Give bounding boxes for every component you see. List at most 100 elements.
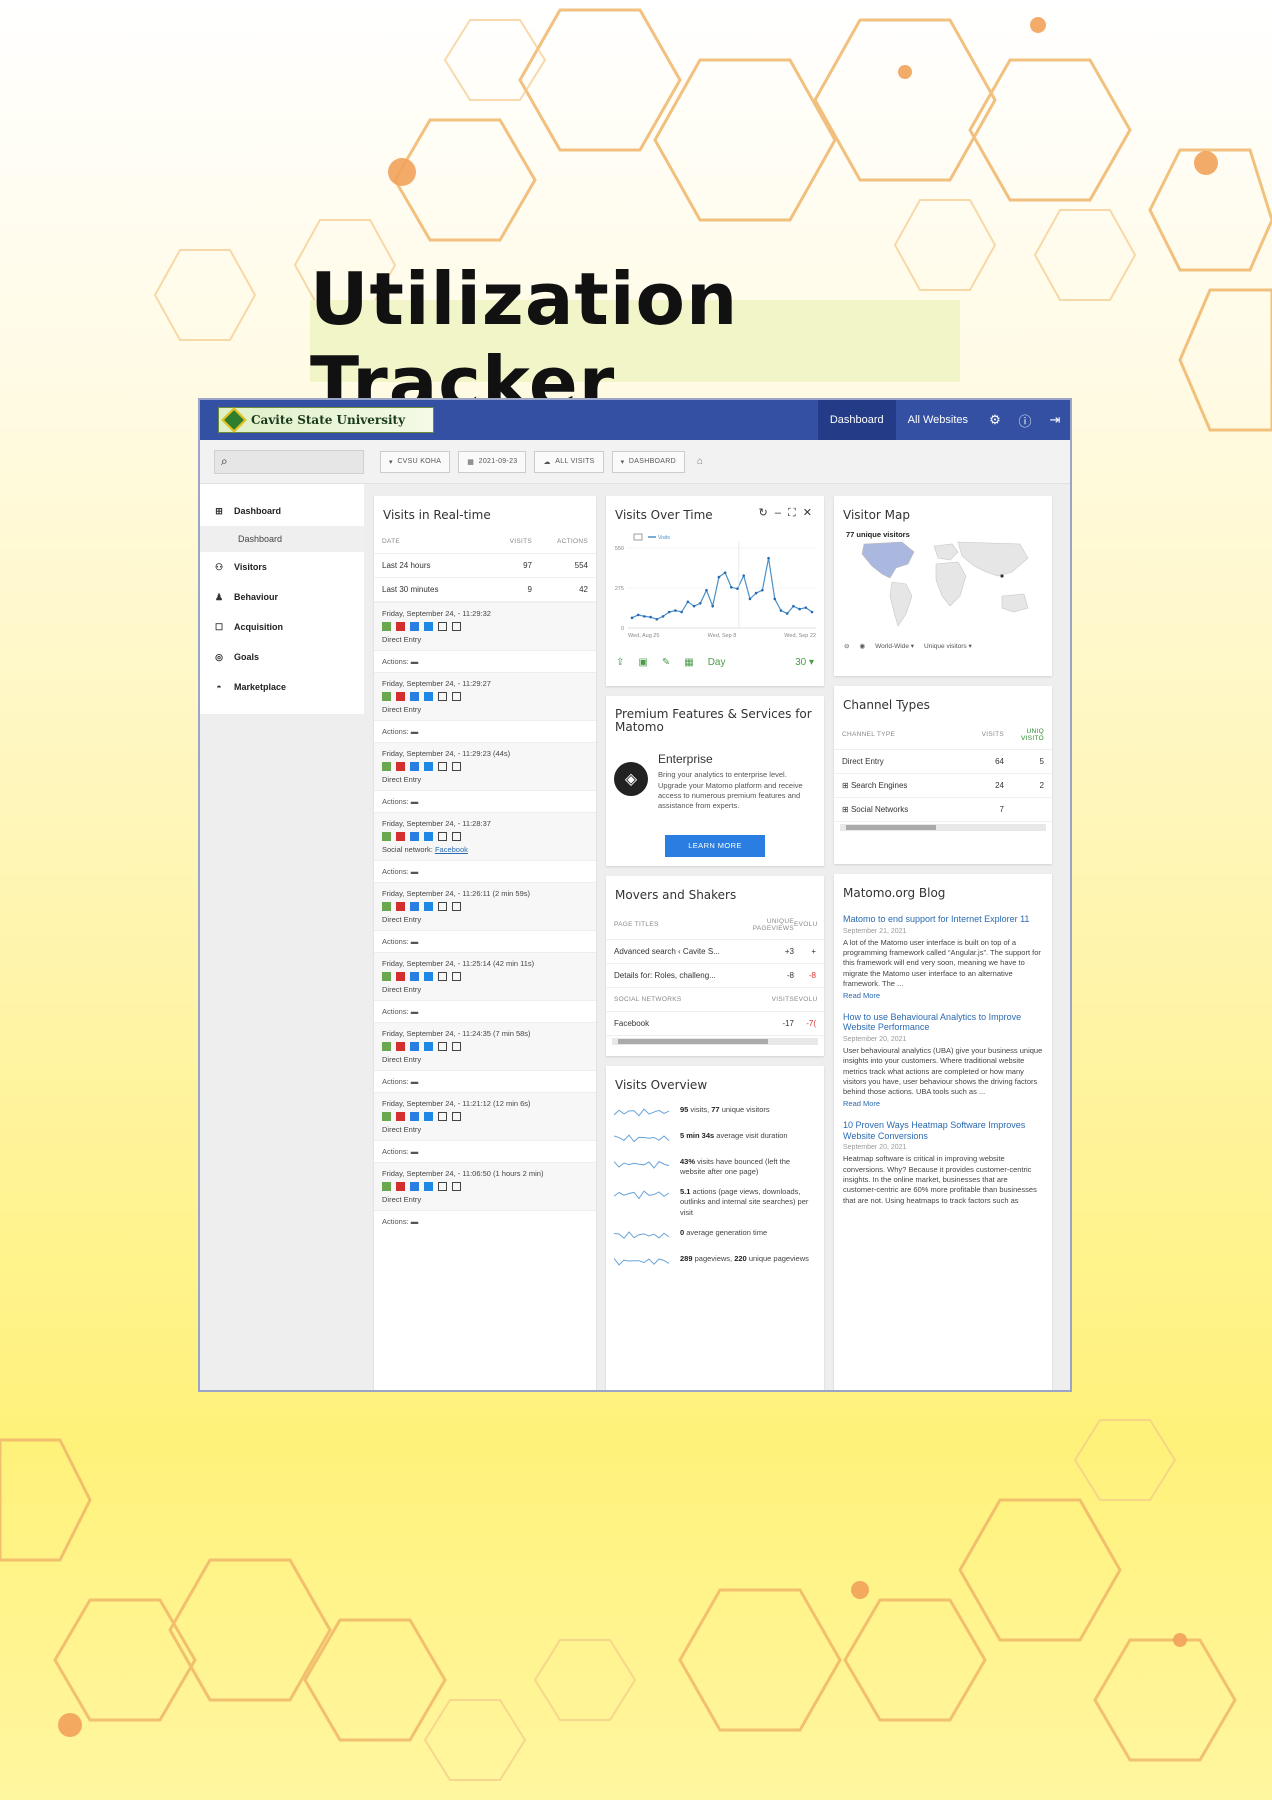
table-row[interactable]: ⊞ Search Engines 24 2 [834,774,1052,798]
search-input[interactable]: ⌕ [214,449,364,474]
sparkline [614,1160,670,1169]
segment-selector[interactable]: ☁ ALL VISITS [534,450,604,473]
blog-post-text: User behavioural analytics (UBA) give yo… [843,1046,1043,1097]
zoom-out-icon[interactable]: ⊖ [844,642,849,650]
visit-entry[interactable]: Friday, September 24, - 11:28:37 Social n… [374,812,596,860]
browser-icon [410,622,419,631]
folder-icon[interactable]: ▬ [411,1217,419,1226]
visit-entry[interactable]: Friday, September 24, - 11:21:12 (12 min… [374,1092,596,1140]
date-selector[interactable]: ▦ 2021-09-23 [458,450,527,473]
image-icon[interactable]: ▣ [638,657,647,668]
metric-text-2: unique visitors [719,1105,770,1114]
horizontal-scrollbar[interactable] [612,1038,818,1045]
overview-metric[interactable]: 5 min 34s average visit duration [606,1126,824,1152]
row-label[interactable]: Details for: Roles, challeng... [614,971,768,980]
sidebar-item-acquisition[interactable]: ☐ Acquisition [200,612,364,642]
visit-icons [382,1112,588,1121]
visit-entry[interactable]: Friday, September 24, - 11:06:50 (1 hour… [374,1162,596,1210]
world-map[interactable]: 77 unique visitors [842,530,1044,636]
marketplace-icon: ◓ [216,682,222,692]
toolbar: ⌕ ▾ CVSU KOHA ▦ 2021-09-23 ☁ ALL VISITS … [200,440,1070,484]
actions-label: Actions: [382,867,409,876]
row-actions: 554 [574,561,588,570]
visit-time: Friday, September 24, - 11:24:35 (7 min … [382,1029,531,1038]
visits-line-chart[interactable]: Visits 550 275 0 Wed, Aug 25 Wed, Sep 8 Wed, S… [606,530,824,648]
data-point [643,615,646,618]
site-selector[interactable]: ▾ CVSU KOHA [380,450,451,473]
gear-icon[interactable]: ⚙ [980,400,1010,440]
home-icon[interactable]: ⌂ [697,456,703,467]
expand-icon[interactable]: ⊞ [842,781,849,790]
visit-entry[interactable]: Friday, September 24, - 11:29:27 Direct E… [374,672,596,720]
windows-icon [424,1182,433,1191]
period-label[interactable]: Day [708,657,726,668]
overview-metric[interactable]: 5.1 actions (page views, downloads, outl… [606,1182,824,1222]
sidebar-item-marketplace[interactable]: ◓ Marketplace [200,672,364,702]
university-logo[interactable]: Cavite State University [218,407,434,433]
info-icon[interactable]: ⓘ [1010,400,1040,440]
folder-icon[interactable]: ▬ [411,1147,419,1156]
flag-icon [396,622,405,631]
sidebar-item-visitors[interactable]: ⚇ Visitors [200,552,364,582]
annotation-icon[interactable]: ✎ [662,657,670,668]
table-row[interactable]: ⊞ Social Networks 7 [834,798,1052,822]
folder-icon[interactable]: ▬ [411,1007,419,1016]
data-point [779,609,783,612]
metric-select[interactable]: Unique visitors ▾ [924,642,972,650]
export-icon[interactable]: ⇪ [616,657,624,668]
expand-icon[interactable]: ⊞ [842,805,849,814]
row-label[interactable]: Advanced search ‹ Cavite S... [614,947,768,956]
user-icon [382,622,391,631]
nav-all-websites[interactable]: All Websites [896,400,980,440]
nav-dashboard[interactable]: Dashboard [817,400,896,440]
sidebar-item-dashboard[interactable]: ⊞ Dashboard [200,496,364,526]
sidebar-subitem-dashboard[interactable]: Dashboard [200,526,364,552]
visit-entry[interactable]: Friday, September 24, - 11:29:23 (44s) Di… [374,742,596,790]
folder-icon[interactable]: ▬ [411,1077,419,1086]
overview-metric[interactable]: 95 visits, 77 unique visitors [606,1100,824,1126]
overview-metric[interactable]: 0 average generation time [606,1223,824,1249]
folder-icon[interactable]: ▬ [411,797,419,806]
sidebar-item-behaviour[interactable]: ♟ Behaviour [200,582,364,612]
globe-icon[interactable]: ◉ [859,642,865,650]
folder-icon[interactable]: ▬ [411,867,419,876]
logout-icon[interactable]: ⇥ [1040,400,1070,440]
minimise-icon[interactable]: – [775,507,783,519]
range-selector[interactable]: 30 ▾ [795,657,814,668]
calendar-period-icon[interactable]: ▦ [684,657,693,668]
row-label-wrap: ⊞ Social Networks [842,805,964,814]
close-icon[interactable]: ✕ [803,507,814,519]
sidebar-item-goals[interactable]: ◎ Goals [200,642,364,672]
visit-entry[interactable]: Friday, September 24, - 11:25:14 (42 min… [374,952,596,1000]
social-network-link[interactable]: Facebook [435,845,468,854]
data-point [792,604,795,608]
read-more-link[interactable]: Read More [843,1099,1043,1108]
visit-actions: Actions: ▬ [374,790,596,812]
blog-post-title[interactable]: How to use Behavioural Analytics to Impr… [843,1012,1043,1034]
visit-actions: Actions: ▬ [374,860,596,882]
data-point [773,597,777,601]
blog-post-title[interactable]: Matomo to end support for Internet Explo… [843,914,1043,925]
refresh-icon[interactable]: ↻ [759,507,770,519]
actions-label: Actions: [382,1217,409,1226]
dashboard-selector[interactable]: ▾ DASHBOARD [611,450,685,473]
table-row[interactable]: Direct Entry 64 5 [834,750,1052,774]
horizontal-scrollbar[interactable] [840,824,1046,831]
folder-icon[interactable]: ▬ [411,937,419,946]
blog-post-title[interactable]: 10 Proven Ways Heatmap Software Improves… [843,1120,1043,1142]
resolution-icon [452,762,461,771]
row-label[interactable]: Facebook [614,1019,768,1028]
overview-metric[interactable]: 43% visits have bounced (left the websit… [606,1152,824,1182]
maximise-icon[interactable]: ⛶ [788,507,798,519]
col-header[interactable]: UNIQ VISITO [1004,728,1044,742]
read-more-link[interactable]: Read More [843,991,1043,1000]
visit-entry[interactable]: Friday, September 24, - 11:26:11 (2 min … [374,882,596,930]
overview-metric[interactable]: 289 pageviews, 220 unique pageviews [606,1249,824,1275]
folder-icon[interactable]: ▬ [411,727,419,736]
folder-icon[interactable]: ▬ [411,657,419,666]
learn-more-button[interactable]: LEARN MORE [665,834,765,857]
visit-entry[interactable]: Friday, September 24, - 11:24:35 (7 min … [374,1022,596,1070]
visit-entry[interactable]: Friday, September 24, - 11:29:32 Direct E… [374,602,596,650]
row-label: Search Engines [850,781,908,790]
region-select[interactable]: World-Wide ▾ [875,642,914,650]
